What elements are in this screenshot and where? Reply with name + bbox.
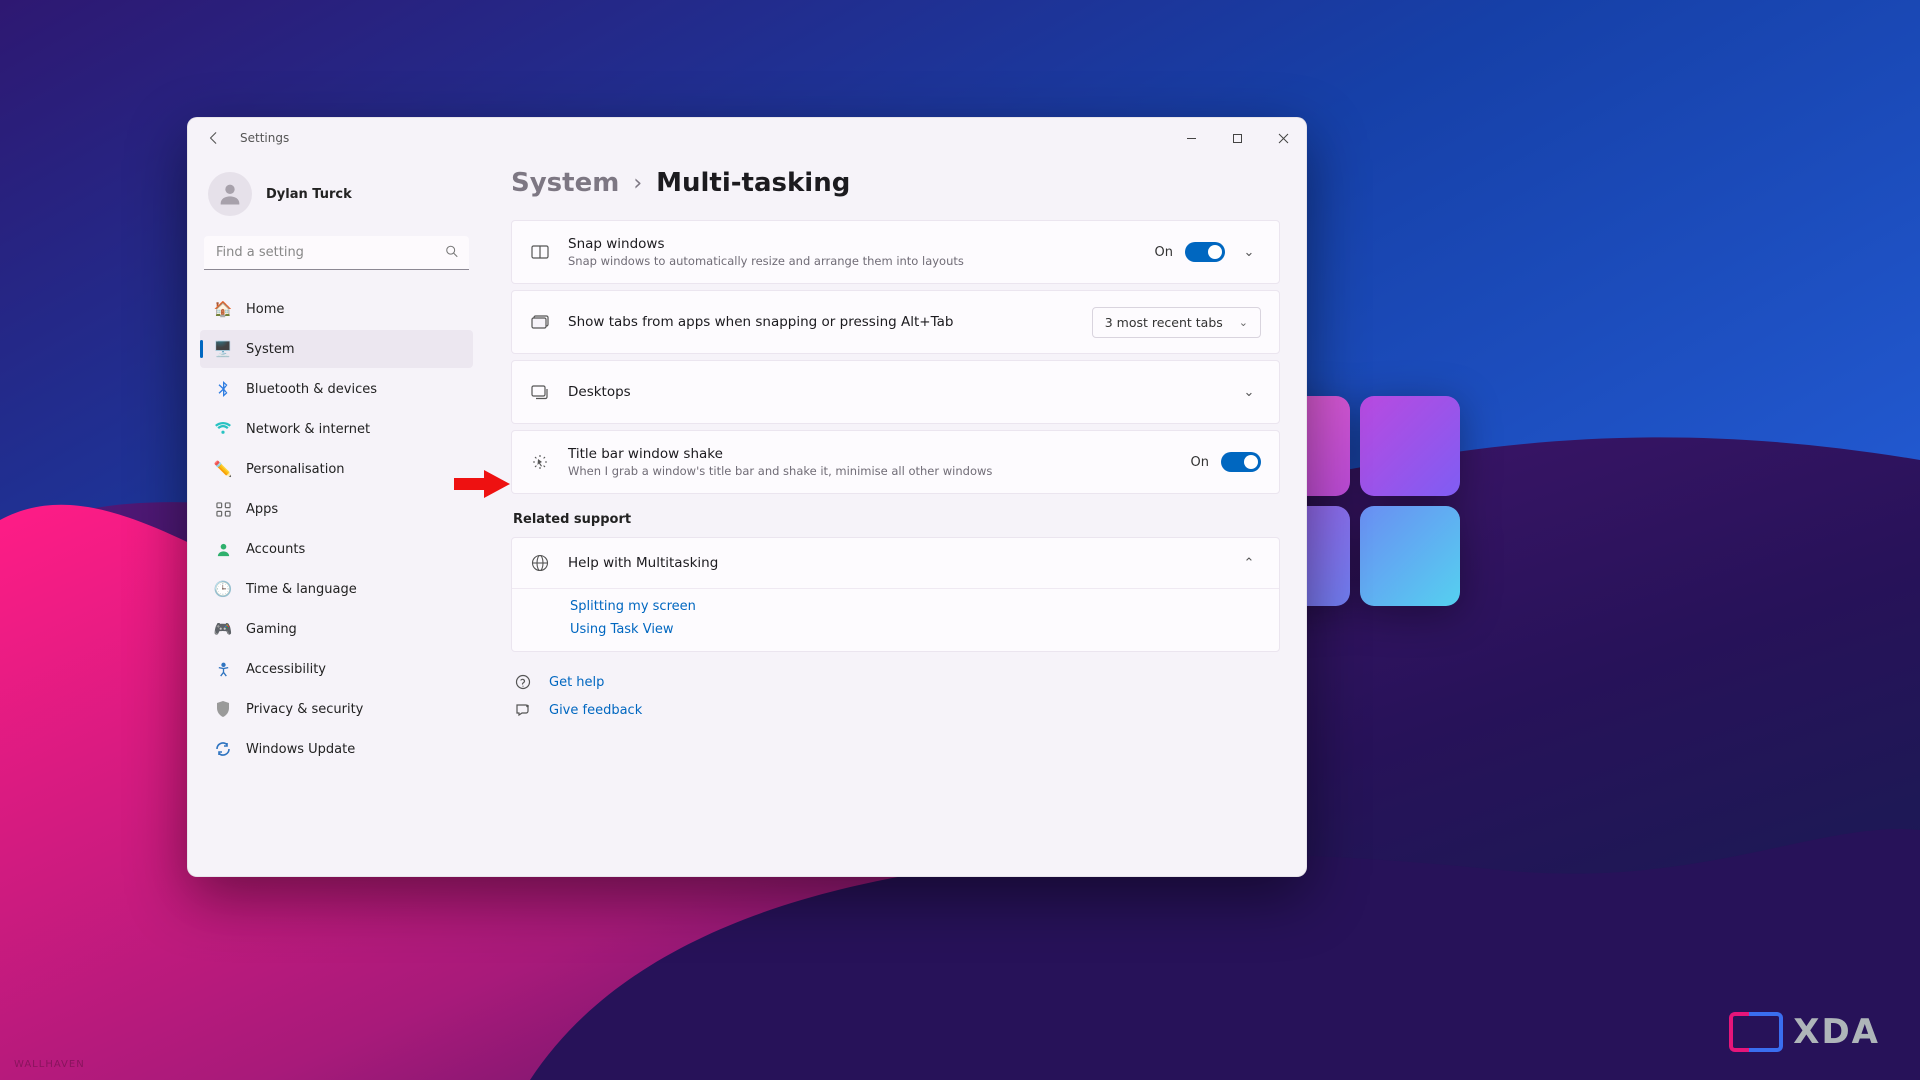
shake-icon: [530, 453, 550, 471]
globe-icon: 🕒: [214, 580, 232, 598]
tabs-dropdown[interactable]: 3 most recent tabs ⌄: [1092, 307, 1261, 338]
setting-title: Desktops: [568, 384, 1219, 400]
chevron-down-icon[interactable]: ⌄: [1237, 245, 1261, 260]
setting-title: Title bar window shake: [568, 446, 1173, 462]
setting-show-tabs[interactable]: Show tabs from apps when snapping or pre…: [511, 290, 1280, 354]
toggle-state-label: On: [1155, 245, 1173, 260]
sidebar-item-label: Gaming: [246, 622, 297, 637]
setting-title: Show tabs from apps when snapping or pre…: [568, 314, 1074, 330]
chevron-up-icon[interactable]: ⌃: [1237, 556, 1261, 571]
chevron-right-icon: ›: [633, 171, 642, 196]
desktops-icon: [530, 384, 550, 400]
sidebar-item-label: Accounts: [246, 542, 305, 557]
get-help-link[interactable]: Get help: [549, 675, 604, 690]
apps-icon: [214, 500, 232, 518]
app-title: Settings: [240, 131, 289, 145]
nav-list: 🏠 Home 🖥️ System Bluetooth & devices Netwo…: [200, 290, 473, 768]
sidebar-item-time[interactable]: 🕒 Time & language: [200, 570, 473, 608]
sidebar-item-label: Apps: [246, 502, 278, 517]
toggle-state-label: On: [1191, 455, 1209, 470]
setting-title-bar-shake[interactable]: Title bar window shake When I grab a win…: [511, 430, 1280, 494]
sidebar-item-privacy[interactable]: Privacy & security: [200, 690, 473, 728]
close-button[interactable]: [1260, 118, 1306, 158]
sidebar-item-label: Windows Update: [246, 742, 355, 757]
wallhaven-watermark: WALLHAVEN: [14, 1059, 85, 1070]
setting-snap-windows[interactable]: Snap windows Snap windows to automatical…: [511, 220, 1280, 284]
chevron-down-icon: ⌄: [1239, 316, 1248, 329]
snap-toggle[interactable]: [1185, 242, 1225, 262]
help-header[interactable]: Help with Multitasking ⌃: [512, 538, 1279, 589]
sidebar-item-accessibility[interactable]: Accessibility: [200, 650, 473, 688]
update-icon: [214, 740, 232, 758]
setting-desktops[interactable]: Desktops ⌄: [511, 360, 1280, 424]
sidebar: Dylan Turck 🏠 Home 🖥️ System Bluetooth & d…: [188, 158, 485, 876]
setting-subtitle: When I grab a window's title bar and sha…: [568, 464, 1173, 478]
sidebar-item-label: Privacy & security: [246, 702, 363, 717]
help-title: Help with Multitasking: [568, 555, 718, 571]
sidebar-item-gaming[interactable]: 🎮 Gaming: [200, 610, 473, 648]
search-icon: [445, 244, 459, 263]
dropdown-value: 3 most recent tabs: [1105, 315, 1223, 330]
sidebar-item-label: Home: [246, 302, 284, 317]
shield-icon: [214, 700, 232, 718]
search-input[interactable]: [204, 236, 469, 270]
give-feedback-link[interactable]: Give feedback: [549, 703, 642, 718]
minimize-button[interactable]: [1168, 118, 1214, 158]
breadcrumb: System › Multi-tasking: [511, 168, 1280, 198]
tabs-icon: [530, 314, 550, 330]
sidebar-item-accounts[interactable]: Accounts: [200, 530, 473, 568]
sidebar-item-home[interactable]: 🏠 Home: [200, 290, 473, 328]
brush-icon: ✏️: [214, 460, 232, 478]
settings-window: Settings Dylan Turck 🏠Home �: [187, 117, 1307, 877]
sidebar-item-label: Network & internet: [246, 422, 370, 437]
sidebar-item-apps[interactable]: Apps: [200, 490, 473, 528]
sidebar-item-label: Personalisation: [246, 462, 345, 477]
accessibility-icon: [214, 660, 232, 678]
back-button[interactable]: [206, 130, 222, 146]
sidebar-item-label: Accessibility: [246, 662, 326, 677]
titlebar: Settings: [188, 118, 1306, 158]
person-icon: [214, 540, 232, 558]
help-card: Help with Multitasking ⌃ Splitting my sc…: [511, 537, 1280, 652]
feedback-icon: [513, 702, 533, 718]
bluetooth-icon: [214, 380, 232, 398]
sidebar-item-update[interactable]: Windows Update: [200, 730, 473, 768]
help-icon: [513, 674, 533, 690]
content: System › Multi-tasking Snap windows Snap…: [485, 158, 1306, 876]
profile[interactable]: Dylan Turck: [200, 158, 473, 236]
sidebar-item-personalisation[interactable]: ✏️ Personalisation: [200, 450, 473, 488]
xda-watermark: XDA: [1729, 1012, 1880, 1052]
home-icon: 🏠: [214, 300, 232, 318]
snap-icon: [530, 244, 550, 260]
system-icon: 🖥️: [214, 340, 232, 358]
sidebar-item-bluetooth[interactable]: Bluetooth & devices: [200, 370, 473, 408]
maximize-button[interactable]: [1214, 118, 1260, 158]
sidebar-item-label: Bluetooth & devices: [246, 382, 377, 397]
sidebar-item-network[interactable]: Network & internet: [200, 410, 473, 448]
profile-name: Dylan Turck: [266, 187, 352, 202]
help-link-split-screen[interactable]: Splitting my screen: [570, 599, 1261, 614]
sidebar-item-system[interactable]: 🖥️ System: [200, 330, 473, 368]
sidebar-item-label: Time & language: [246, 582, 357, 597]
shake-toggle[interactable]: [1221, 452, 1261, 472]
avatar: [208, 172, 252, 216]
setting-title: Snap windows: [568, 236, 1137, 252]
wifi-icon: [214, 420, 232, 438]
gamepad-icon: 🎮: [214, 620, 232, 638]
chevron-down-icon[interactable]: ⌄: [1237, 385, 1261, 400]
globe-icon: [530, 554, 550, 572]
related-support-heading: Related support: [513, 512, 1280, 527]
setting-subtitle: Snap windows to automatically resize and…: [568, 254, 1137, 268]
sidebar-item-label: System: [246, 342, 294, 357]
page-title: Multi-tasking: [656, 168, 850, 198]
breadcrumb-parent[interactable]: System: [511, 168, 619, 198]
help-link-task-view[interactable]: Using Task View: [570, 622, 1261, 637]
